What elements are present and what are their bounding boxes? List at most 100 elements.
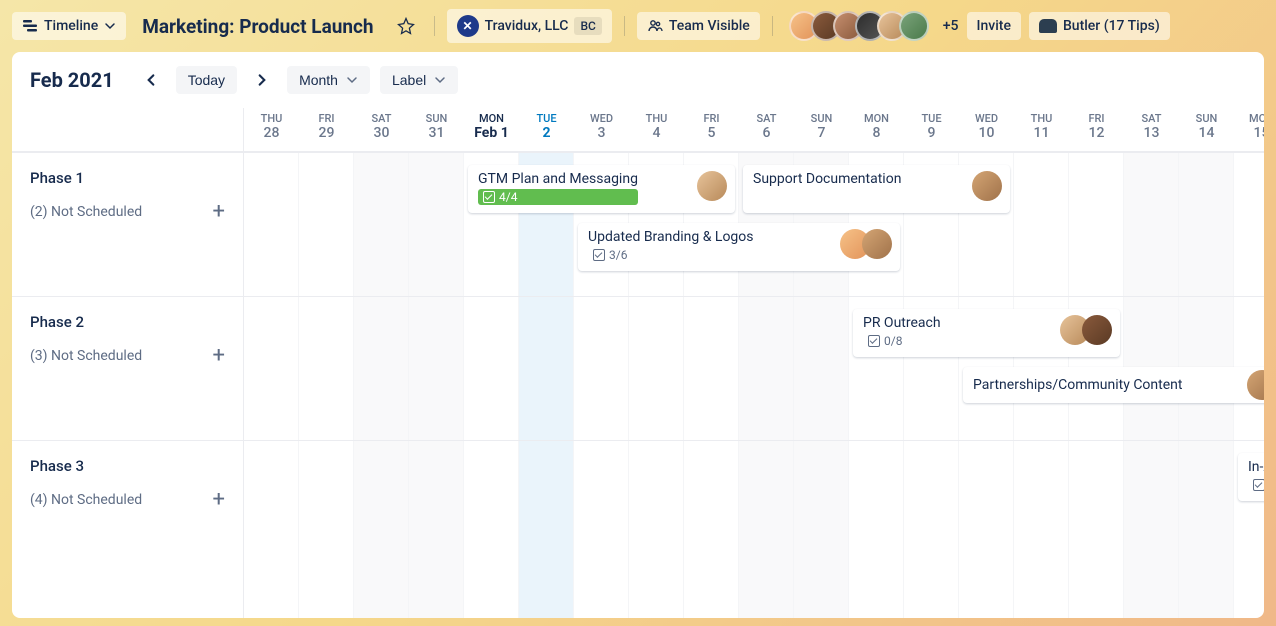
date-cell: FRI29 [299, 108, 354, 151]
butler-label: Butler (17 Tips) [1063, 18, 1160, 34]
checklist-badge: 4/4 [478, 189, 638, 205]
date-cell: SUN7 [794, 108, 849, 151]
butler-button[interactable]: Butler (17 Tips) [1029, 12, 1170, 40]
timeline-icon [22, 18, 38, 34]
date-cell: WED3 [574, 108, 629, 151]
card-title: Updated Branding & Logos [588, 229, 754, 245]
date-cell: FRI5 [684, 108, 739, 151]
card-title: In-App Announcement [1248, 459, 1264, 475]
avatar[interactable] [862, 229, 892, 259]
card-title: Support Documentation [753, 171, 901, 187]
visibility-label: Team Visible [669, 18, 750, 34]
group-dropdown[interactable]: Label [380, 66, 458, 94]
board-members[interactable] [789, 11, 929, 41]
next-button[interactable] [247, 65, 277, 95]
add-card-button[interactable]: + [213, 201, 225, 223]
date-cell: MON15 [1234, 108, 1264, 151]
avatar[interactable] [697, 171, 727, 201]
card-members [972, 171, 1002, 201]
chevron-down-icon [434, 74, 446, 86]
check-icon [593, 249, 605, 261]
date-cell: SAT13 [1124, 108, 1179, 151]
date-cell: TUE9 [904, 108, 959, 151]
avatar[interactable] [899, 11, 929, 41]
dates-area[interactable]: THU28FRI29SAT30SUN31MONFeb 1TUE2WED3THU4… [244, 108, 1264, 618]
checklist-badge: 0/4 [1248, 477, 1264, 493]
org-logo-icon: ✕ [457, 15, 479, 37]
period-label: Feb 2021 [30, 68, 114, 92]
date-cell: THU28 [244, 108, 299, 151]
avatar[interactable] [972, 171, 1002, 201]
add-card-button[interactable]: + [213, 489, 225, 511]
org-button[interactable]: ✕ Travidux, LLC BC [447, 9, 612, 43]
card-members [1060, 315, 1112, 345]
member-overflow[interactable]: +5 [943, 18, 959, 34]
chevron-down-icon [104, 20, 116, 32]
lane-row[interactable]: GTM Plan and Messaging 4/4 Support Documen… [244, 152, 1264, 296]
date-header: THU28FRI29SAT30SUN31MONFeb 1TUE2WED3THU4… [244, 108, 1264, 152]
chevron-down-icon [346, 74, 358, 86]
avatar[interactable] [1247, 370, 1264, 400]
divider [772, 16, 773, 36]
divider [434, 16, 435, 36]
card-members [697, 171, 727, 201]
chevron-right-icon [255, 73, 269, 87]
org-name: Travidux, LLC [485, 18, 569, 34]
date-cell: SAT30 [354, 108, 409, 151]
lane-name: Phase 3 [30, 457, 84, 475]
scale-label: Month [299, 72, 338, 88]
date-cell: THU11 [1014, 108, 1069, 151]
timeline-card[interactable]: Partnerships/Community Content [963, 367, 1264, 403]
scale-dropdown[interactable]: Month [287, 66, 370, 94]
chevron-left-icon [144, 73, 158, 87]
date-cell: SAT6 [739, 108, 794, 151]
date-cell: MONFeb 1 [464, 108, 519, 151]
lane-header: Phase 3 (4) Not Scheduled + [12, 440, 243, 584]
timeline-grid: Phase 1 (2) Not Scheduled + Phase 2 (3) Not … [12, 108, 1264, 618]
lane-name: Phase 2 [30, 313, 84, 331]
avatar[interactable] [1082, 315, 1112, 345]
timeline-card[interactable]: Updated Branding & Logos 3/6 [578, 223, 900, 271]
timeline-card[interactable]: GTM Plan and Messaging 4/4 [468, 165, 735, 213]
not-scheduled-count[interactable]: (3) Not Scheduled [30, 348, 142, 364]
butler-icon [1039, 19, 1057, 33]
date-cell: THU4 [629, 108, 684, 151]
board-header: Timeline Marketing: Product Launch ✕ Tra… [0, 0, 1276, 52]
star-icon [397, 17, 415, 35]
date-cell: SUN14 [1179, 108, 1234, 151]
not-scheduled-count[interactable]: (4) Not Scheduled [30, 492, 142, 508]
checklist-badge: 0/8 [863, 333, 941, 349]
view-switcher[interactable]: Timeline [12, 12, 126, 40]
lane-header: Phase 1 (2) Not Scheduled + [12, 152, 243, 296]
card-title: Partnerships/Community Content [973, 377, 1182, 393]
lane-row[interactable]: PR Outreach 0/8 Partnerships/Community Con… [244, 296, 1264, 440]
lanes-column: Phase 1 (2) Not Scheduled + Phase 2 (3) Not … [12, 108, 244, 618]
today-button[interactable]: Today [176, 66, 237, 94]
lane-name: Phase 1 [30, 169, 84, 187]
card-title: PR Outreach [863, 315, 941, 331]
card-members [840, 229, 892, 259]
lane-row[interactable]: In-App Announcement0/4Upload Tutorial Vi… [244, 440, 1264, 584]
prev-button[interactable] [136, 65, 166, 95]
date-cell: FRI12 [1069, 108, 1124, 151]
card-title: GTM Plan and Messaging [478, 171, 638, 187]
date-cell: MON8 [849, 108, 904, 151]
checklist-badge: 3/6 [588, 247, 754, 263]
team-icon [647, 18, 663, 34]
group-label: Label [392, 72, 426, 88]
visibility-button[interactable]: Team Visible [637, 12, 760, 40]
timeline-card[interactable]: In-App Announcement 0/4 [1238, 453, 1264, 501]
not-scheduled-count[interactable]: (2) Not Scheduled [30, 204, 142, 220]
timeline-card[interactable]: PR Outreach 0/8 [853, 309, 1120, 357]
add-card-button[interactable]: + [213, 345, 225, 367]
timeline-panel: Feb 2021 Today Month Label Phase 1 (2) No… [12, 52, 1264, 618]
board-title[interactable]: Marketing: Product Launch [134, 11, 381, 42]
timeline-card[interactable]: Support Documentation [743, 165, 1010, 213]
timeline-toolbar: Feb 2021 Today Month Label [12, 52, 1264, 108]
star-button[interactable] [390, 10, 422, 42]
date-cell: SUN31 [409, 108, 464, 151]
check-icon [483, 191, 495, 203]
invite-button[interactable]: Invite [967, 12, 1021, 40]
view-switcher-label: Timeline [44, 18, 98, 34]
date-cell: WED10 [959, 108, 1014, 151]
